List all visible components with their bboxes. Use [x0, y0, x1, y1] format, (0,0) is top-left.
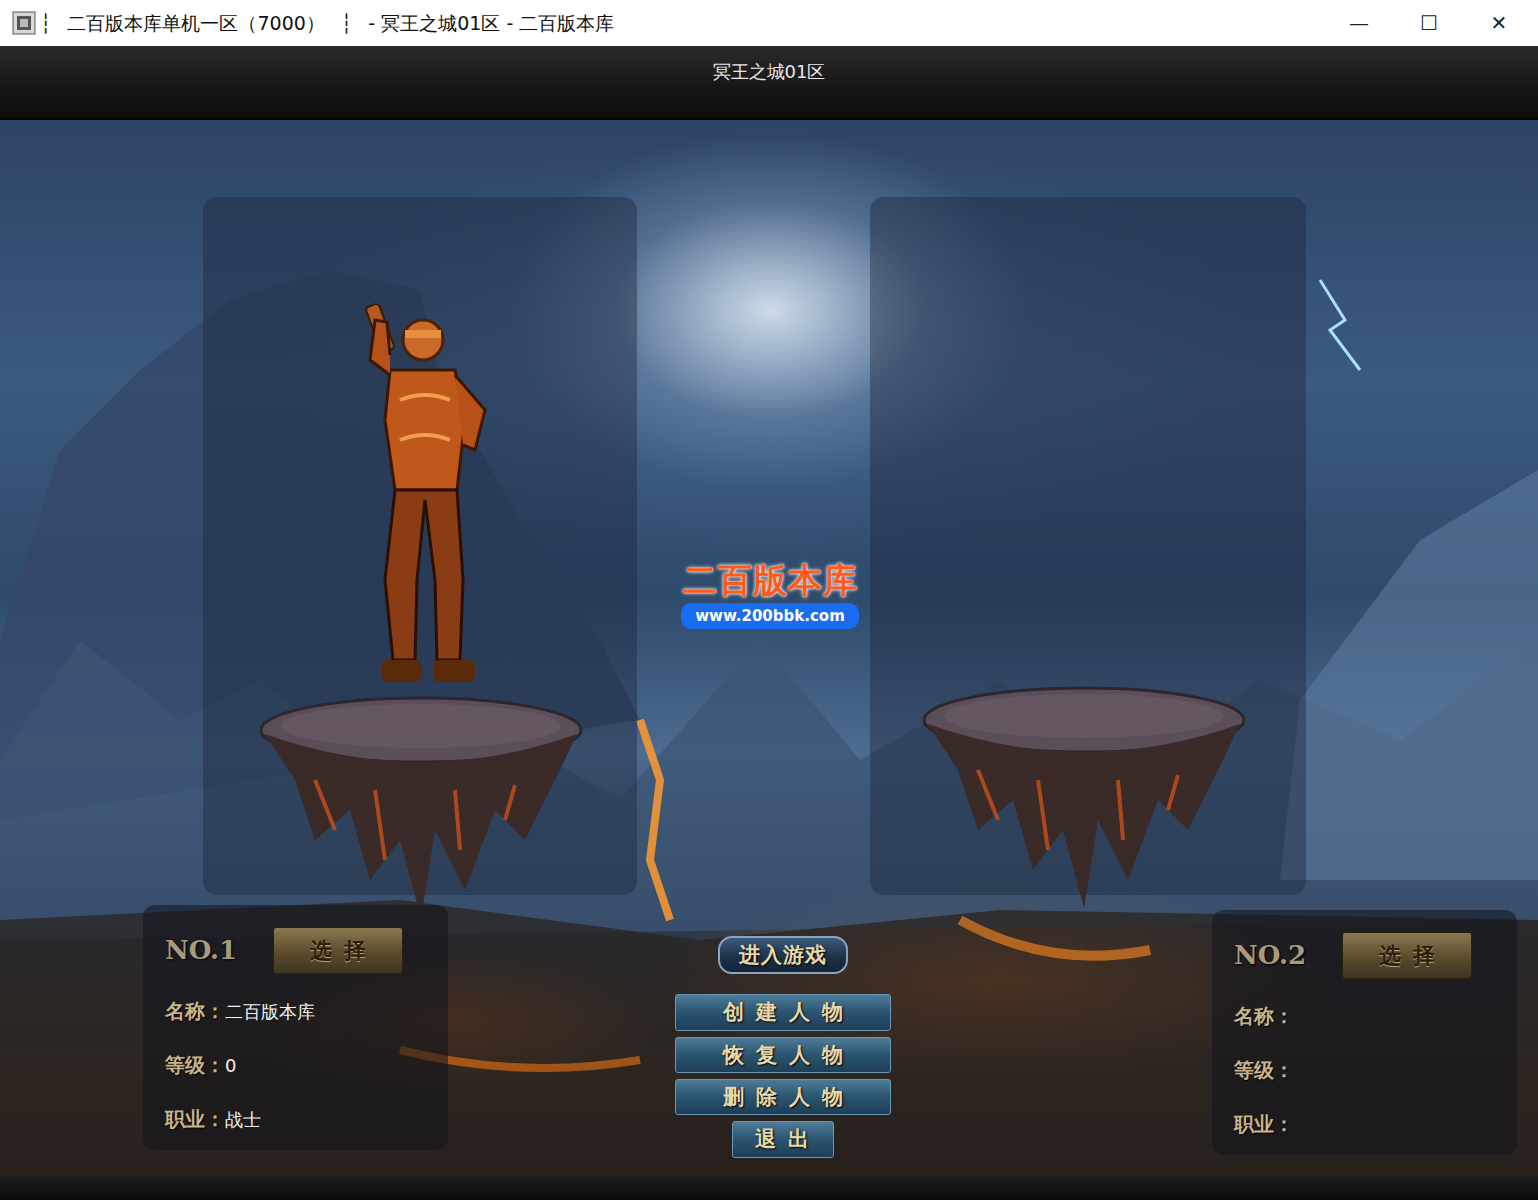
field-value: 战士 — [225, 1106, 261, 1133]
slot-header: NO.2选择 — [1234, 932, 1497, 979]
action-button[interactable]: 恢复人物 — [675, 1037, 891, 1073]
field-label: 名称： — [1234, 1001, 1294, 1031]
window-controls: —☐✕ — [1324, 8, 1534, 38]
title-segment: - 冥王之城01区 - 二百版本库 — [368, 9, 614, 38]
app-icon — [12, 11, 36, 35]
watermark-url: www.200bbk.com — [681, 603, 859, 630]
slot-number: NO.1 — [165, 931, 265, 970]
server-title: 冥王之城01区 — [713, 61, 826, 82]
field-value: 0 — [225, 1052, 236, 1079]
field-label: 职业： — [1234, 1109, 1294, 1139]
action-button[interactable]: 删除人物 — [675, 1079, 891, 1115]
server-header: 冥王之城01区 — [0, 46, 1538, 120]
title-segment: 二百版本库单机一区（7000） — [67, 9, 324, 38]
title-segment: ┆ — [40, 9, 51, 38]
slot-info-panel: NO.2选择名称： 等级： 职业： — [1212, 910, 1517, 1155]
floating-platform — [918, 680, 1250, 910]
title-text: ┆ 二百版本库单机一区（7000） ┆ - 冥王之城01区 - 二百版本库 — [40, 9, 1324, 38]
watermark: 二百版本库www.200bbk.com — [670, 560, 870, 629]
game-window: ┆ 二百版本库单机一区（7000） ┆ - 冥王之城01区 - 二百版本库 —☐✕ 冥王之… — [0, 0, 1538, 1200]
action-button[interactable]: 退出 — [732, 1121, 834, 1157]
slot-field: 名称： — [1234, 1001, 1497, 1033]
action-menu: 进入游戏创建人物恢复人物删除人物退出 — [670, 936, 896, 1158]
slot-info-panel: NO.1选择名称：二百版本库等级：0职业：战士 — [143, 905, 448, 1150]
field-label: 名称： — [165, 996, 225, 1026]
bottom-frame — [0, 1175, 1538, 1200]
minimize-button[interactable]: — — [1324, 8, 1394, 38]
field-label: 职业： — [165, 1104, 225, 1134]
character-select-scene: NO.1选择名称：二百版本库等级：0职业：战士NO.2选择名称：等级：职业：二百… — [0, 120, 1538, 1175]
action-button[interactable]: 进入游戏 — [718, 936, 848, 974]
title-bar: ┆ 二百版本库单机一区（7000） ┆ - 冥王之城01区 - 二百版本库 —☐✕ — [0, 0, 1538, 46]
slot-field: 等级： — [1234, 1055, 1497, 1087]
warrior-character — [345, 300, 515, 700]
slot-field: 等级：0 — [165, 1050, 428, 1082]
close-button[interactable]: ✕ — [1464, 8, 1534, 38]
field-label: 等级： — [1234, 1055, 1294, 1085]
action-button[interactable]: 创建人物 — [675, 994, 891, 1030]
slot-number: NO.2 — [1234, 936, 1334, 975]
field-label: 等级： — [165, 1050, 225, 1080]
select-button[interactable]: 选择 — [1342, 932, 1472, 979]
maximize-button[interactable]: ☐ — [1394, 8, 1464, 38]
slot-field: 职业： — [1234, 1109, 1497, 1141]
slot-field: 职业：战士 — [165, 1104, 428, 1136]
floating-platform — [255, 690, 587, 920]
select-button[interactable]: 选择 — [273, 927, 403, 974]
field-value: 二百版本库 — [225, 998, 315, 1025]
watermark-brand: 二百版本库 — [670, 560, 870, 601]
title-segment: ┆ — [341, 9, 352, 38]
slot-header: NO.1选择 — [165, 927, 428, 974]
slot-field: 名称：二百版本库 — [165, 996, 428, 1028]
